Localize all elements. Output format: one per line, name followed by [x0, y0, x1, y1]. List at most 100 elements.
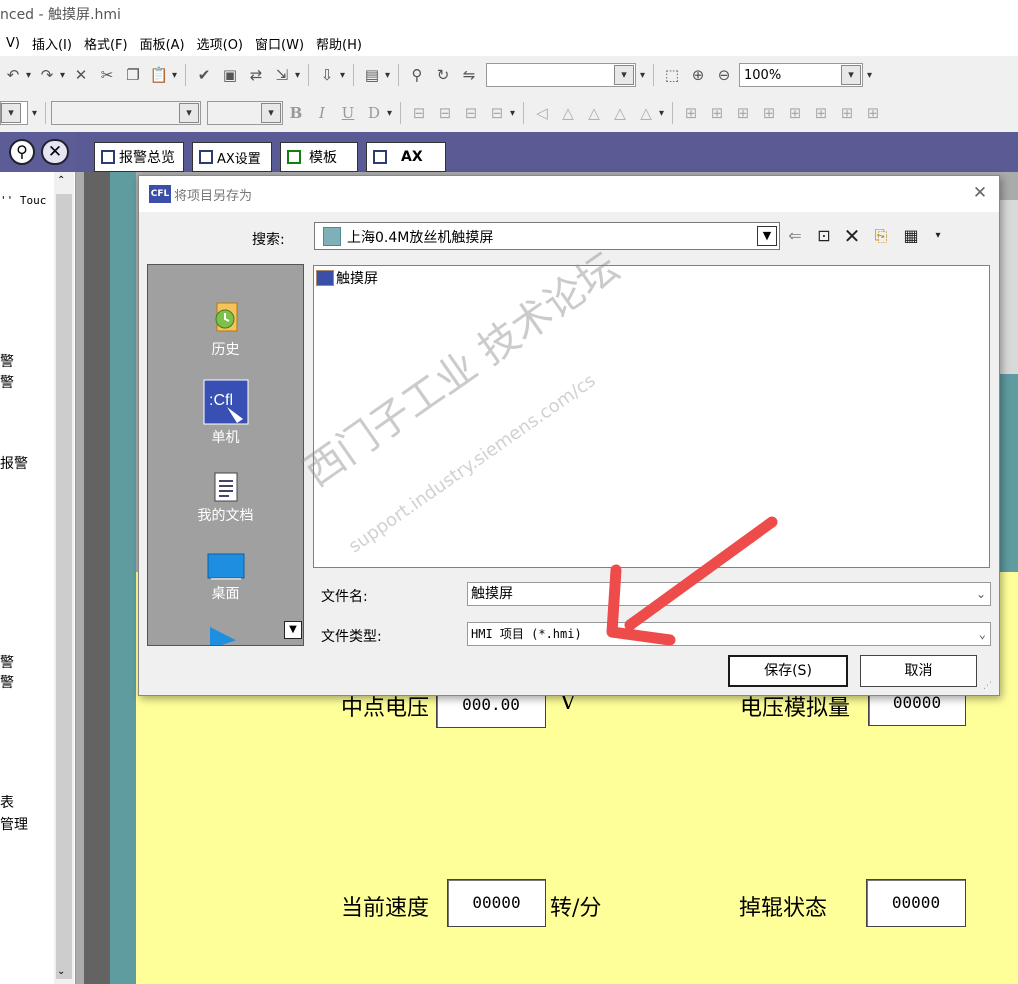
filename-input[interactable]: 触摸屏 ⌄: [467, 582, 991, 606]
layout-6-icon[interactable]: ⊞: [810, 102, 832, 124]
tree-item[interactable]: '' Touc: [0, 194, 46, 207]
menu-options[interactable]: 选项(O): [191, 34, 249, 53]
chevron-down-icon[interactable]: ▾: [614, 65, 634, 85]
up-folder-icon[interactable]: ⊡: [813, 225, 835, 247]
menu-window[interactable]: 窗口(W): [249, 34, 310, 53]
place-history[interactable]: 历史: [148, 301, 303, 359]
save-button[interactable]: 保存(S): [728, 655, 848, 687]
copy-icon[interactable]: ❐: [122, 64, 144, 86]
layout-2-icon[interactable]: ⊞: [706, 102, 728, 124]
refresh-icon[interactable]: ↻: [432, 64, 454, 86]
paste-icon[interactable]: 📋: [148, 64, 170, 86]
delete-icon[interactable]: ✕: [70, 64, 92, 86]
menu-panel[interactable]: 面板(A): [134, 34, 191, 53]
chevron-down-icon[interactable]: ▾: [179, 103, 199, 123]
chevron-down-icon[interactable]: ▼: [284, 621, 302, 639]
object-icon[interactable]: ▤: [361, 64, 383, 86]
font-size-selector[interactable]: ▾: [207, 101, 283, 125]
cancel-button[interactable]: 取消: [860, 655, 977, 687]
layout-8-icon[interactable]: ⊞: [862, 102, 884, 124]
tree-item[interactable]: 警: [0, 672, 14, 692]
italic-button[interactable]: I: [311, 102, 333, 124]
zoom-out-icon[interactable]: ⊖: [713, 64, 735, 86]
align-left-icon[interactable]: ⊟: [408, 102, 430, 124]
compile-icon[interactable]: ▣: [219, 64, 241, 86]
tab-template[interactable]: 模板: [280, 142, 358, 172]
view-menu-icon[interactable]: ▦: [899, 225, 923, 247]
zoom-in-icon[interactable]: ⊕: [687, 64, 709, 86]
chevron-down-icon[interactable]: ⌄: [976, 583, 986, 605]
file-list[interactable]: 触摸屏: [313, 265, 990, 568]
chevron-down-icon[interactable]: ▼: [757, 226, 777, 246]
current-speed-field[interactable]: 00000: [447, 879, 546, 927]
strikethrough-button[interactable]: D: [363, 102, 385, 124]
layer-selector[interactable]: ▾: [0, 101, 28, 125]
shape-left-icon[interactable]: ◁: [531, 102, 553, 124]
replace-icon[interactable]: ⇋: [458, 64, 480, 86]
transfer-icon[interactable]: ⇄: [245, 64, 267, 86]
roller-drop-status-field[interactable]: 00000: [866, 879, 966, 927]
menu-insert[interactable]: 插入(I): [26, 34, 78, 53]
download-icon[interactable]: ⇲: [271, 64, 293, 86]
chevron-down-icon[interactable]: ▾: [261, 103, 281, 123]
zoom-area-icon[interactable]: ⬚: [661, 64, 683, 86]
resize-grip[interactable]: ⋰: [983, 681, 992, 691]
chevron-down-icon[interactable]: ⌄: [57, 966, 65, 977]
new-folder-icon[interactable]: ⎘: [870, 225, 892, 247]
pin-icon[interactable]: ⚲: [9, 139, 35, 165]
network-icon[interactable]: [210, 627, 236, 645]
align-right-icon[interactable]: ⊟: [460, 102, 482, 124]
zoom-combo[interactable]: 100% ▾: [739, 63, 863, 87]
align-center-icon[interactable]: ⊟: [434, 102, 456, 124]
delete-icon[interactable]: ✕: [842, 225, 862, 247]
tree-item[interactable]: 表: [0, 792, 14, 812]
filetype-select[interactable]: HMI 项目 (*.hmi) ⌄: [467, 622, 991, 646]
shape-up3-icon[interactable]: △: [609, 102, 631, 124]
place-desktop[interactable]: 桌面: [148, 553, 303, 603]
cut-icon[interactable]: ✂: [96, 64, 118, 86]
undo-icon[interactable]: ↶: [2, 64, 24, 86]
check-icon[interactable]: ✔: [193, 64, 215, 86]
font-selector[interactable]: ▾: [51, 101, 201, 125]
menu-view[interactable]: V): [0, 36, 26, 51]
layout-1-icon[interactable]: ⊞: [680, 102, 702, 124]
tree-item[interactable]: 管理: [0, 814, 28, 834]
chevron-up-icon[interactable]: ⌃: [57, 175, 65, 186]
layout-3-icon[interactable]: ⊞: [732, 102, 754, 124]
redo-icon[interactable]: ↷: [36, 64, 58, 86]
layout-4-icon[interactable]: ⊞: [758, 102, 780, 124]
file-item[interactable]: 触摸屏: [316, 268, 378, 288]
underline-button[interactable]: U: [337, 102, 359, 124]
tree-item[interactable]: 警: [0, 351, 14, 371]
tree-item[interactable]: 报警: [0, 453, 28, 473]
look-in-combo[interactable]: 上海0.4M放丝机触摸屏 ▼: [314, 222, 780, 250]
align-justify-icon[interactable]: ⊟: [486, 102, 508, 124]
shape-up4-icon[interactable]: △: [635, 102, 657, 124]
tab-ax[interactable]: AX: [366, 142, 446, 172]
sort-icon[interactable]: ⇩: [316, 64, 338, 86]
find-icon[interactable]: ⚲: [406, 64, 428, 86]
object-selector[interactable]: ▾: [486, 63, 636, 87]
tree-item[interactable]: 警: [0, 372, 14, 392]
layout-7-icon[interactable]: ⊞: [836, 102, 858, 124]
tab-alarm-overview[interactable]: 报警总览: [94, 142, 184, 172]
shape-up-icon[interactable]: △: [557, 102, 579, 124]
panel-scrollbar[interactable]: ⌃ ⌄: [54, 172, 74, 984]
close-icon[interactable]: ✕: [969, 182, 991, 204]
menu-help[interactable]: 帮助(H): [310, 34, 368, 53]
close-icon[interactable]: ✕: [41, 139, 69, 165]
chevron-down-icon[interactable]: ▾: [841, 65, 861, 85]
dialog-title-bar[interactable]: CFL 将项目另存为 ✕: [139, 176, 999, 212]
back-icon[interactable]: ⇐: [785, 225, 805, 247]
shape-up2-icon[interactable]: △: [583, 102, 605, 124]
scrollbar-thumb[interactable]: [56, 194, 72, 979]
menu-format[interactable]: 格式(F): [78, 34, 134, 53]
place-my-documents[interactable]: 我的文档: [148, 471, 303, 525]
chevron-down-icon[interactable]: ▾: [932, 225, 944, 247]
layout-5-icon[interactable]: ⊞: [784, 102, 806, 124]
chevron-down-icon[interactable]: ▾: [1, 103, 21, 123]
chevron-down-icon[interactable]: ⌄: [979, 623, 986, 645]
bold-button[interactable]: B: [285, 102, 307, 124]
tree-item[interactable]: 警: [0, 652, 14, 672]
tab-ax-settings[interactable]: AX设置: [192, 142, 272, 172]
